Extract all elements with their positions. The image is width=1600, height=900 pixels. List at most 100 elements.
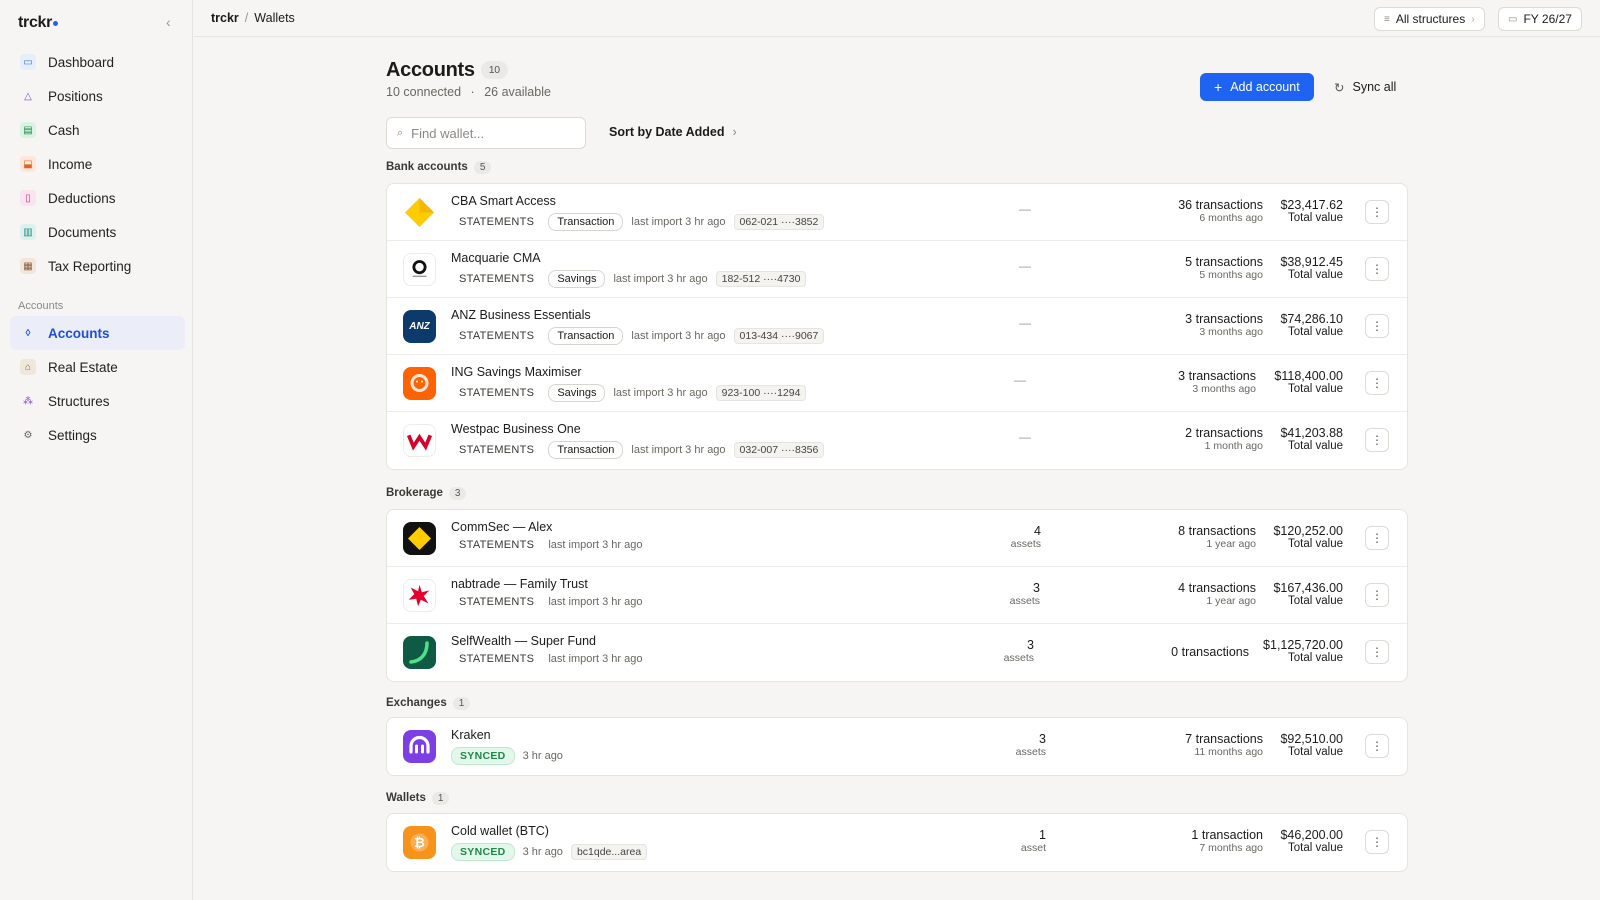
fiscal-year-label: FY 26/27 — [1523, 12, 1572, 26]
dashboard-icon: ▭ — [20, 54, 36, 70]
sidebar-item-settings[interactable]: ⚙ Settings — [10, 418, 185, 452]
more-options-button[interactable]: ⋮ — [1365, 314, 1389, 338]
transactions-summary: 0 transactions — [1099, 645, 1249, 659]
account-meta: STATEMENTS Savings last import 3 hr ago … — [451, 270, 807, 288]
sidebar-section-label: Accounts — [18, 300, 64, 312]
breadcrumb-current: Wallets — [254, 11, 295, 25]
assets-summary: 3 assets — [980, 581, 1040, 607]
kraken-logo-icon — [403, 730, 436, 763]
more-options-button[interactable]: ⋮ — [1365, 734, 1389, 758]
brand-logo[interactable]: trckr — [18, 14, 59, 32]
sidebar: trckr ‹ ▭ Dashboard △ Positions ▤ Cash ⬓… — [0, 0, 193, 900]
more-options-button[interactable]: ⋮ — [1365, 830, 1389, 854]
assets-summary: 4 assets — [981, 524, 1041, 550]
wallet-address: bc1qde...area — [570, 844, 648, 860]
plus-icon: + — [1214, 79, 1223, 95]
last-import-text: last import 3 hr ago — [548, 539, 643, 551]
account-row[interactable]: nabtrade — Family Trust STATEMENTS last … — [387, 567, 1407, 624]
sidebar-item-cash[interactable]: ▤ Cash — [10, 113, 185, 147]
connected-count: 10 connected — [386, 85, 462, 99]
more-options-button[interactable]: ⋮ — [1365, 257, 1389, 281]
total-value: $118,400.00 Total value — [1233, 369, 1343, 395]
assets-summary: 3 assets — [974, 638, 1034, 664]
account-meta: STATEMENTS Transaction last import 3 hr … — [451, 327, 825, 345]
account-name: nabtrade — Family Trust — [451, 577, 588, 591]
account-name: ING Savings Maximiser — [451, 365, 582, 379]
assets-count: 1 — [1039, 828, 1046, 842]
account-meta: STATEMENTS last import 3 hr ago — [451, 653, 642, 665]
sidebar-item-income[interactable]: ⬓ Income — [10, 147, 185, 181]
collapse-sidebar-icon[interactable]: ‹ — [166, 14, 171, 30]
filter-icon: ≡ — [1384, 13, 1390, 25]
sidebar-item-positions[interactable]: △ Positions — [10, 79, 185, 113]
section-count-badge: 3 — [448, 487, 467, 500]
assets-placeholder: — — [1019, 202, 1031, 216]
account-meta: STATEMENTS last import 3 hr ago — [451, 539, 642, 551]
sidebar-item-dashboard[interactable]: ▭ Dashboard — [10, 45, 185, 79]
account-row[interactable]: ING Savings Maximiser STATEMENTS Savings… — [387, 355, 1407, 412]
refresh-icon: ↻ — [1334, 80, 1345, 95]
structures-filter-button[interactable]: ≡ All structures › — [1374, 7, 1485, 31]
sidebar-item-accounts[interactable]: ◊ Accounts — [10, 316, 185, 350]
breadcrumb-root[interactable]: trckr — [211, 11, 239, 25]
account-row[interactable]: CommSec — Alex STATEMENTS last import 3 … — [387, 510, 1407, 567]
cba-logo-icon — [403, 196, 436, 229]
account-row[interactable]: CBA Smart Access STATEMENTS Transaction … — [387, 184, 1407, 241]
last-import-text: last import 3 hr ago — [631, 330, 726, 342]
total-value-amount: $1,125,720.00 — [1263, 638, 1343, 652]
more-options-button[interactable]: ⋮ — [1365, 640, 1389, 664]
assets-count: 3 — [1039, 732, 1046, 746]
assets-summary: 3 assets — [986, 732, 1046, 758]
kebab-menu-icon: ⋮ — [1371, 319, 1383, 333]
sidebar-item-deductions[interactable]: ▯ Deductions — [10, 181, 185, 215]
total-value: $23,417.62 Total value — [1233, 198, 1343, 224]
sidebar-item-label: Documents — [48, 224, 117, 240]
more-options-button[interactable]: ⋮ — [1365, 526, 1389, 550]
section-header-brokerage: Brokerage 3 — [386, 487, 467, 500]
kebab-menu-icon: ⋮ — [1371, 645, 1383, 659]
account-number: 062-021 ····3852 — [733, 214, 825, 230]
last-import-text: last import 3 hr ago — [631, 444, 726, 456]
account-row[interactable]: Westpac Business One STATEMENTS Transact… — [387, 412, 1407, 469]
last-sync-text: 3 hr ago — [522, 846, 563, 858]
search-field[interactable]: ⌕ — [386, 117, 586, 149]
sort-button[interactable]: Sort by Date Added › — [609, 125, 737, 139]
sidebar-item-structures[interactable]: ⁂ Structures — [10, 384, 185, 418]
wallets-card: ₿ Cold wallet (BTC) SYNCED 3 hr ago bc1q… — [386, 813, 1408, 872]
account-row[interactable]: SelfWealth — Super Fund STATEMENTS last … — [387, 624, 1407, 681]
more-options-button[interactable]: ⋮ — [1365, 428, 1389, 452]
more-options-button[interactable]: ⋮ — [1365, 583, 1389, 607]
assets-label: assets — [1010, 538, 1041, 550]
account-meta: STATEMENTS Transaction last import 3 hr … — [451, 441, 825, 459]
sidebar-item-tax-reporting[interactable]: ▦ Tax Reporting — [10, 249, 185, 283]
sync-all-button[interactable]: ↻ Sync all — [1334, 73, 1396, 101]
kebab-menu-icon: ⋮ — [1371, 262, 1383, 276]
search-input[interactable] — [411, 125, 572, 141]
fiscal-year-button[interactable]: ▭ FY 26/27 — [1498, 7, 1582, 31]
total-value-label: Total value — [1288, 212, 1343, 224]
nab-star-logo-icon — [403, 579, 436, 612]
account-number: 013-434 ····9067 — [733, 328, 825, 344]
total-value-amount: $38,912.45 — [1280, 255, 1343, 269]
total-value-amount: $167,436.00 — [1273, 581, 1343, 595]
assets-count: 3 — [1027, 638, 1034, 652]
account-row[interactable]: ANZ ANZ Business Essentials STATEMENTS T… — [387, 298, 1407, 355]
sidebar-item-real-estate[interactable]: ⌂ Real Estate — [10, 350, 185, 384]
more-options-button[interactable]: ⋮ — [1365, 200, 1389, 224]
total-value-label: Total value — [1288, 326, 1343, 338]
available-count: 26 available — [484, 85, 551, 99]
page-title-text: Accounts — [386, 59, 475, 81]
more-options-button[interactable]: ⋮ — [1365, 371, 1389, 395]
breadcrumb-separator: / — [244, 11, 249, 25]
accounts-summary: 10 connected · 26 available — [386, 85, 551, 99]
total-value-amount: $74,286.10 — [1280, 312, 1343, 326]
account-number: 182-512 ····4730 — [715, 271, 807, 287]
account-row[interactable]: ₿ Cold wallet (BTC) SYNCED 3 hr ago bc1q… — [387, 814, 1407, 871]
sidebar-item-label: Deductions — [48, 190, 116, 206]
account-number: 923-100 ····1294 — [715, 385, 807, 401]
add-account-button[interactable]: + Add account — [1200, 73, 1314, 101]
breadcrumb: trckr / Wallets — [211, 11, 295, 25]
account-row[interactable]: Kraken SYNCED 3 hr ago 3 assets 7 transa… — [387, 718, 1407, 775]
account-row[interactable]: Macquarie CMA STATEMENTS Savings last im… — [387, 241, 1407, 298]
sidebar-item-documents[interactable]: ▥ Documents — [10, 215, 185, 249]
